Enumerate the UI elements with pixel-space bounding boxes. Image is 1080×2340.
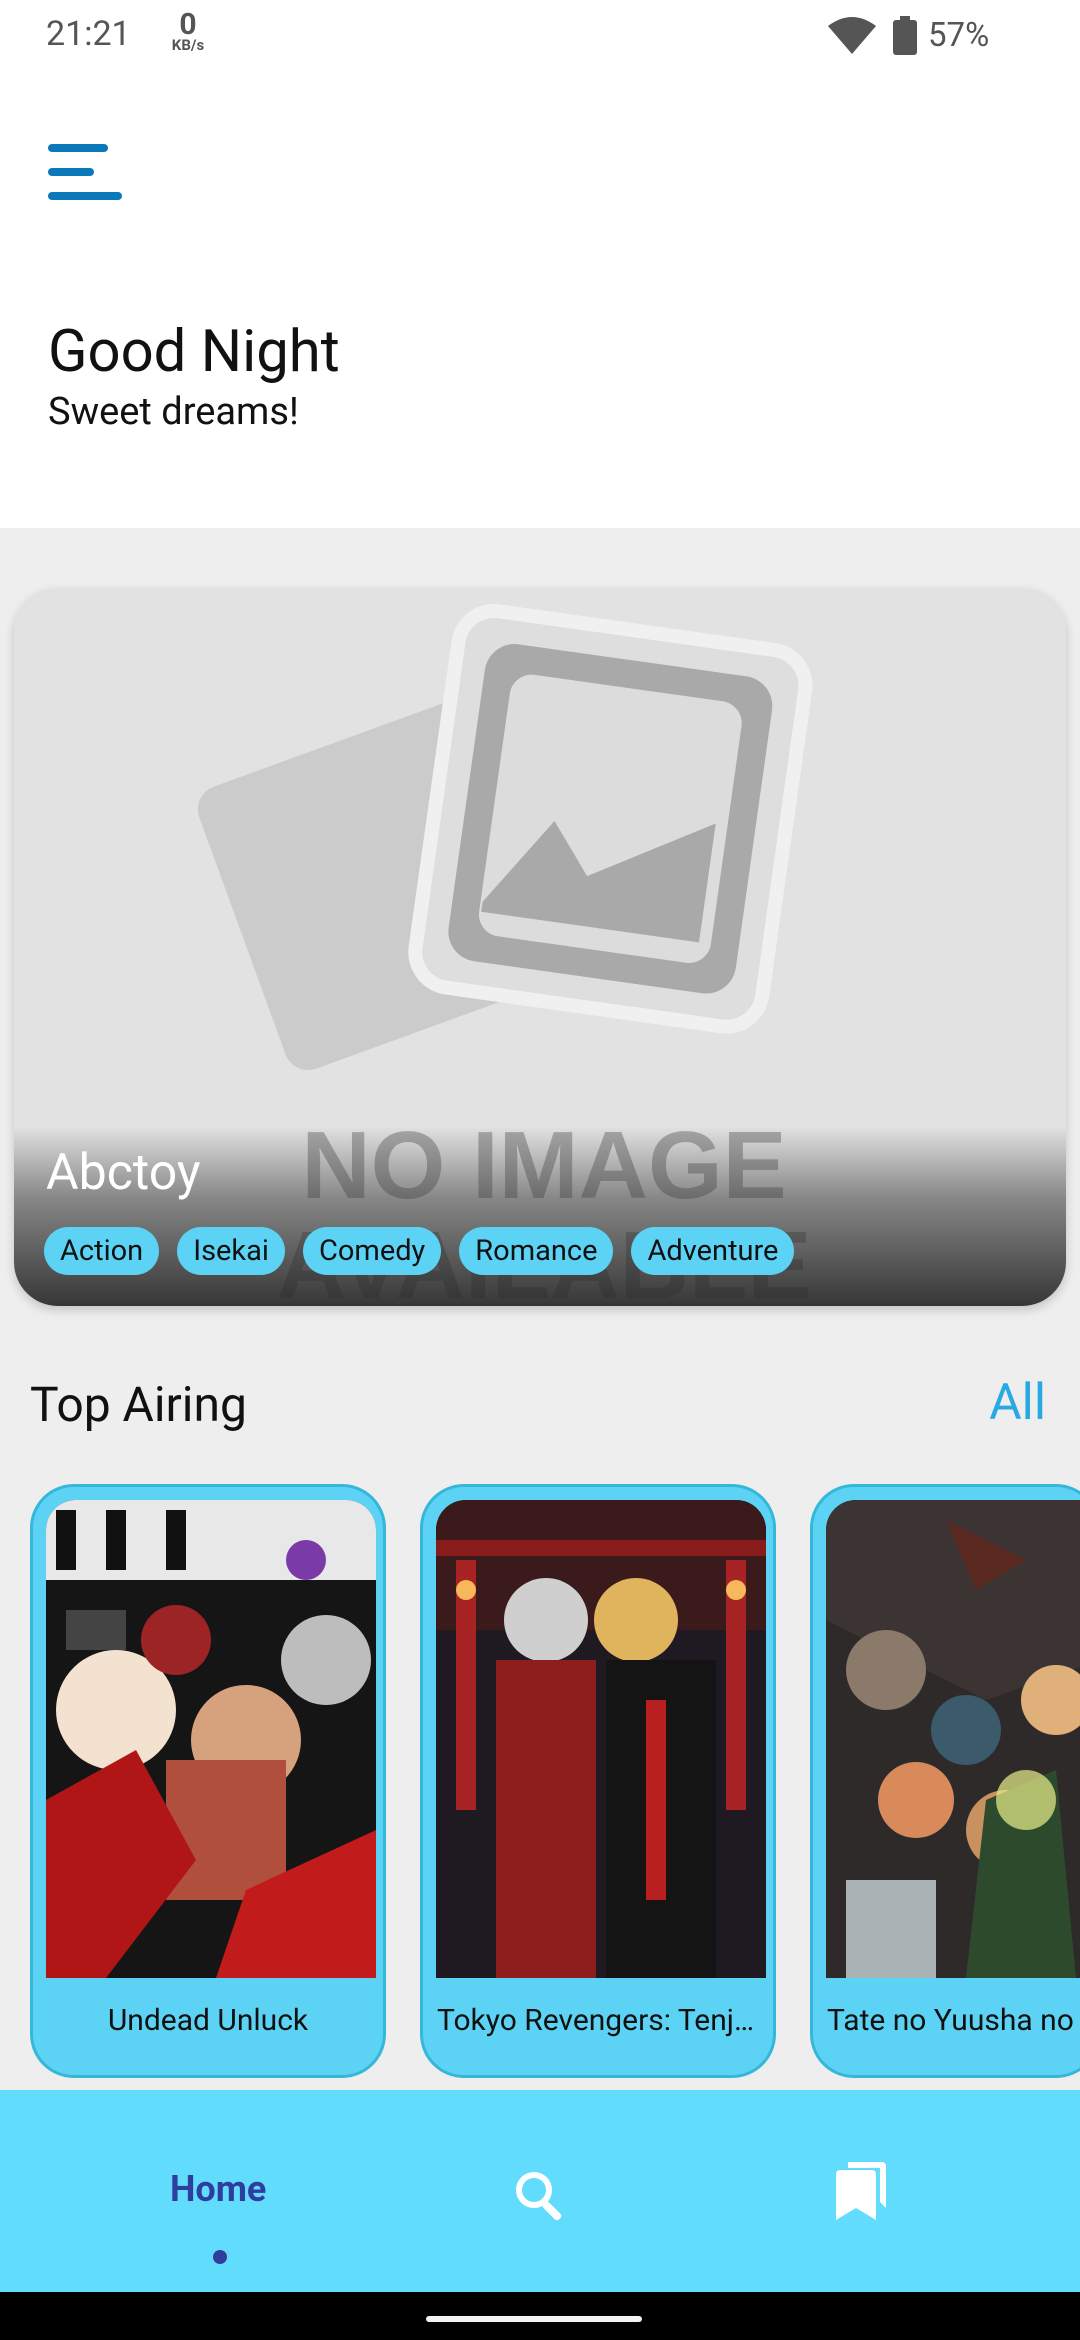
greeting-title: Good Night: [48, 318, 340, 386]
anime-poster: [826, 1500, 1080, 1978]
section-title: Top Airing: [30, 1376, 247, 1433]
genre-chip[interactable]: Action: [44, 1227, 160, 1275]
gesture-bar: [0, 2292, 1080, 2340]
see-all-link[interactable]: All: [989, 1374, 1046, 1432]
anime-title: Tate no Yuusha no Nariagari: [827, 2003, 1080, 2038]
anime-poster: [436, 1500, 766, 1978]
anime-card[interactable]: Tokyo Revengers: Tenjiku-hen: [420, 1484, 776, 2078]
wifi-icon: [828, 17, 876, 54]
battery-percent: 57%: [928, 16, 990, 55]
search-icon[interactable]: [512, 2168, 566, 2222]
genre-list: Action Isekai Comedy Romance Adventure: [44, 1227, 795, 1275]
featured-title: Abctoy: [46, 1144, 201, 1202]
genre-chip[interactable]: Comedy: [302, 1227, 442, 1275]
network-speed: 0 KB/s: [166, 10, 210, 53]
active-indicator: [213, 2250, 227, 2264]
library-icon[interactable]: [834, 2162, 886, 2222]
menu-icon: [48, 144, 122, 200]
status-bar: 21:21 0 KB/s 57%: [0, 0, 1080, 72]
home-gesture-handle[interactable]: [426, 2316, 642, 2322]
genre-chip[interactable]: Adventure: [631, 1227, 795, 1275]
featured-card[interactable]: NO IMAGE AVAILABLE Abctoy Action Isekai …: [14, 588, 1066, 1306]
menu-button[interactable]: [40, 128, 130, 218]
network-speed-unit: KB/s: [171, 36, 205, 54]
bottom-navigation: Home: [0, 2090, 1080, 2292]
anime-card[interactable]: Undead Unluck: [30, 1484, 386, 2078]
genre-chip[interactable]: Isekai: [177, 1227, 285, 1275]
status-time: 21:21: [46, 14, 131, 54]
header: Good Night Sweet dreams!: [0, 72, 1080, 528]
battery-icon: [893, 16, 917, 55]
anime-title: Tokyo Revengers: Tenjiku-hen: [437, 2003, 773, 2038]
nav-home[interactable]: Home: [170, 2168, 266, 2210]
anime-title: Undead Unluck: [107, 2003, 309, 2038]
anime-poster: [46, 1500, 376, 1978]
greeting-subtitle: Sweet dreams!: [48, 390, 299, 434]
genre-chip[interactable]: Romance: [459, 1227, 614, 1275]
anime-card[interactable]: Tate no Yuusha no Nariagari: [810, 1484, 1080, 2078]
